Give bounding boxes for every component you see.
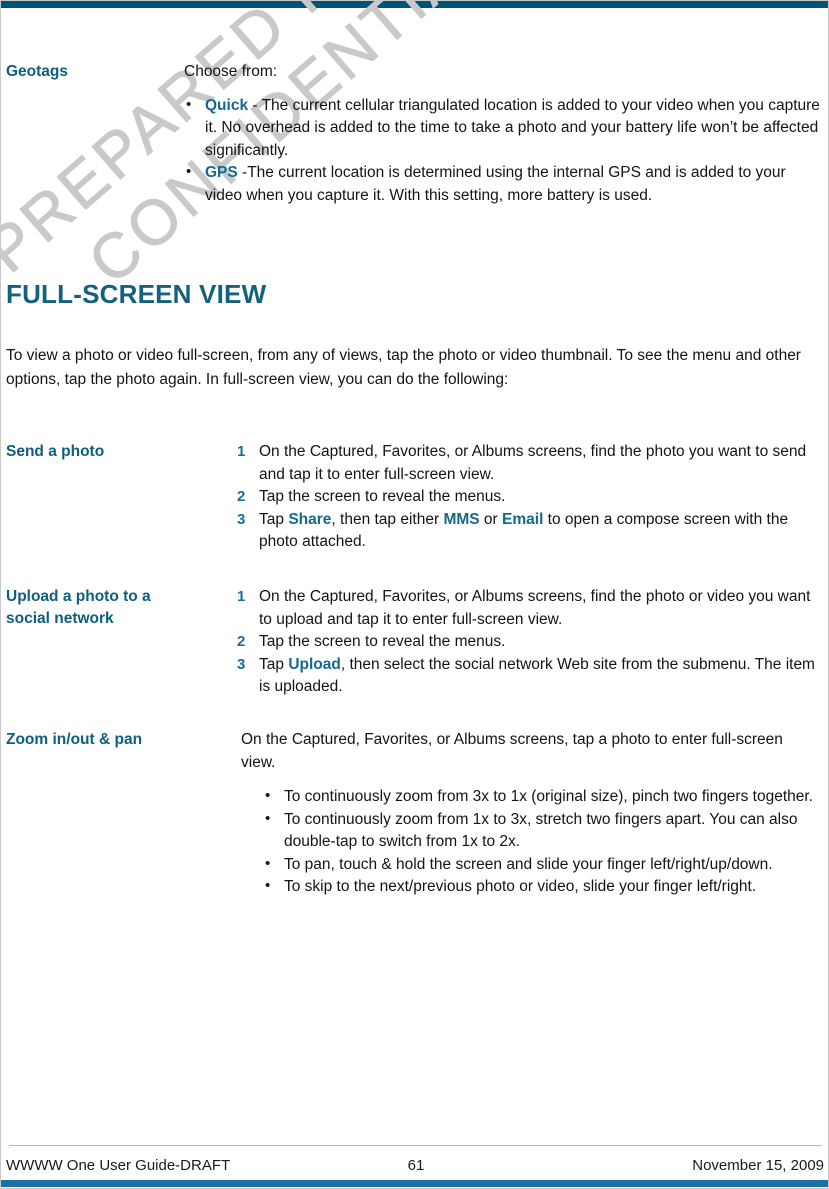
list-item: 3 Tap Upload, then select the social net… (237, 654, 817, 699)
footer-page-number: 61 (407, 1157, 425, 1174)
mms-keyword: MMS (443, 510, 480, 528)
step-text: Tap the screen to reveal the menus. (259, 488, 506, 505)
upload-photo-body: 1 On the Captured, Favorites, or Albums … (237, 586, 817, 699)
list-item: 2 Tap the screen to reveal the menus. (237, 486, 812, 509)
step-text-pre: Tap (259, 510, 289, 528)
step-text-mid2: or (479, 510, 503, 528)
list-item: Quick - The current cellular triangulate… (184, 94, 824, 163)
page-title: FULL-SCREEN VIEW (6, 279, 267, 309)
zoom-pan-row: Zoom in/out & pan On the Captured, Favor… (6, 729, 824, 899)
send-a-photo-term: Send a photo (6, 443, 105, 460)
list-item: 1 On the Captured, Favorites, or Albums … (237, 586, 817, 631)
list-item: GPS -The current location is determined … (184, 161, 824, 207)
step-text: Tap the screen to reveal the menus. (259, 633, 506, 650)
send-a-photo-steps: 1 On the Captured, Favorites, or Albums … (237, 441, 812, 554)
upload-photo-steps: 1 On the Captured, Favorites, or Albums … (237, 586, 817, 699)
upload-photo-term-line1: Upload a photo to a (6, 588, 151, 605)
upload-photo-row: Upload a photo to a social network 1 On … (6, 586, 824, 699)
zoom-pan-lead: On the Captured, Favorites, or Albums sc… (241, 731, 783, 771)
geotags-bullet-keyword: GPS (205, 164, 238, 181)
upload-keyword: Upload (288, 655, 341, 673)
step-number: 2 (237, 488, 246, 505)
step-text: On the Captured, Favorites, or Albums sc… (259, 588, 811, 628)
share-keyword: Share (288, 510, 332, 528)
upload-photo-term-line2: social network (6, 610, 114, 627)
geotags-bullet-text: - The current cellular triangulated loca… (205, 96, 820, 159)
bottom-rule-divider (1, 1180, 828, 1187)
step-text-pre: Tap (259, 655, 289, 673)
list-item: To continuously zoom from 3x to 1x (orig… (263, 785, 821, 809)
footer-document-title: WWWW One User Guide-DRAFT (6, 1157, 231, 1174)
zoom-pan-bullet-list: To continuously zoom from 3x to 1x (orig… (263, 785, 821, 899)
step-number: 3 (237, 655, 246, 673)
list-item: To pan, touch & hold the screen and slid… (263, 853, 821, 877)
geotags-row: Geotags Choose from: Quick - The current… (6, 61, 824, 207)
zoom-pan-term: Zoom in/out & pan (6, 731, 143, 748)
footer-date: November 15, 2009 (692, 1157, 824, 1174)
step-number: 1 (237, 588, 246, 605)
step-text-mid1: , then tap either (331, 510, 444, 528)
page-footer: WWWW One User Guide-DRAFT 61 November 15… (6, 1157, 824, 1174)
step-number: 3 (237, 510, 246, 528)
list-item: To skip to the next/previous photo or vi… (263, 875, 821, 899)
geotags-body: Choose from: Quick - The current cellula… (184, 61, 824, 207)
geotags-bullet-text: -The current location is determined usin… (205, 164, 786, 204)
step-number: 1 (237, 443, 246, 460)
email-keyword: Email (502, 510, 544, 528)
section-intro-paragraph: To view a photo or video full-screen, fr… (6, 347, 801, 388)
list-item: To continuously zoom from 1x to 3x, stre… (263, 808, 821, 854)
geotags-lead: Choose from: (184, 63, 278, 80)
send-a-photo-body: 1 On the Captured, Favorites, or Albums … (237, 441, 812, 554)
footer-divider (9, 1145, 822, 1146)
document-page: PREPARED FOR FCC CERTIFICATION CONFIDENT… (0, 0, 829, 1189)
geotags-bullet-keyword: Quick (205, 96, 249, 114)
top-rule-divider (1, 1, 828, 8)
step-text-post: , then select the social network Web sit… (259, 655, 815, 696)
geotags-term: Geotags (6, 63, 69, 80)
zoom-pan-body: On the Captured, Favorites, or Albums sc… (241, 729, 821, 899)
send-a-photo-row: Send a photo 1 On the Captured, Favorite… (6, 441, 824, 554)
list-item: 1 On the Captured, Favorites, or Albums … (237, 441, 812, 486)
step-number: 2 (237, 633, 246, 650)
upload-photo-term: Upload a photo to a social network (6, 586, 237, 699)
step-text: On the Captured, Favorites, or Albums sc… (259, 443, 807, 483)
list-item: 3 Tap Share, then tap either MMS or Emai… (237, 509, 812, 554)
geotags-bullet-list: Quick - The current cellular triangulate… (184, 94, 824, 208)
list-item: 2 Tap the screen to reveal the menus. (237, 631, 817, 654)
